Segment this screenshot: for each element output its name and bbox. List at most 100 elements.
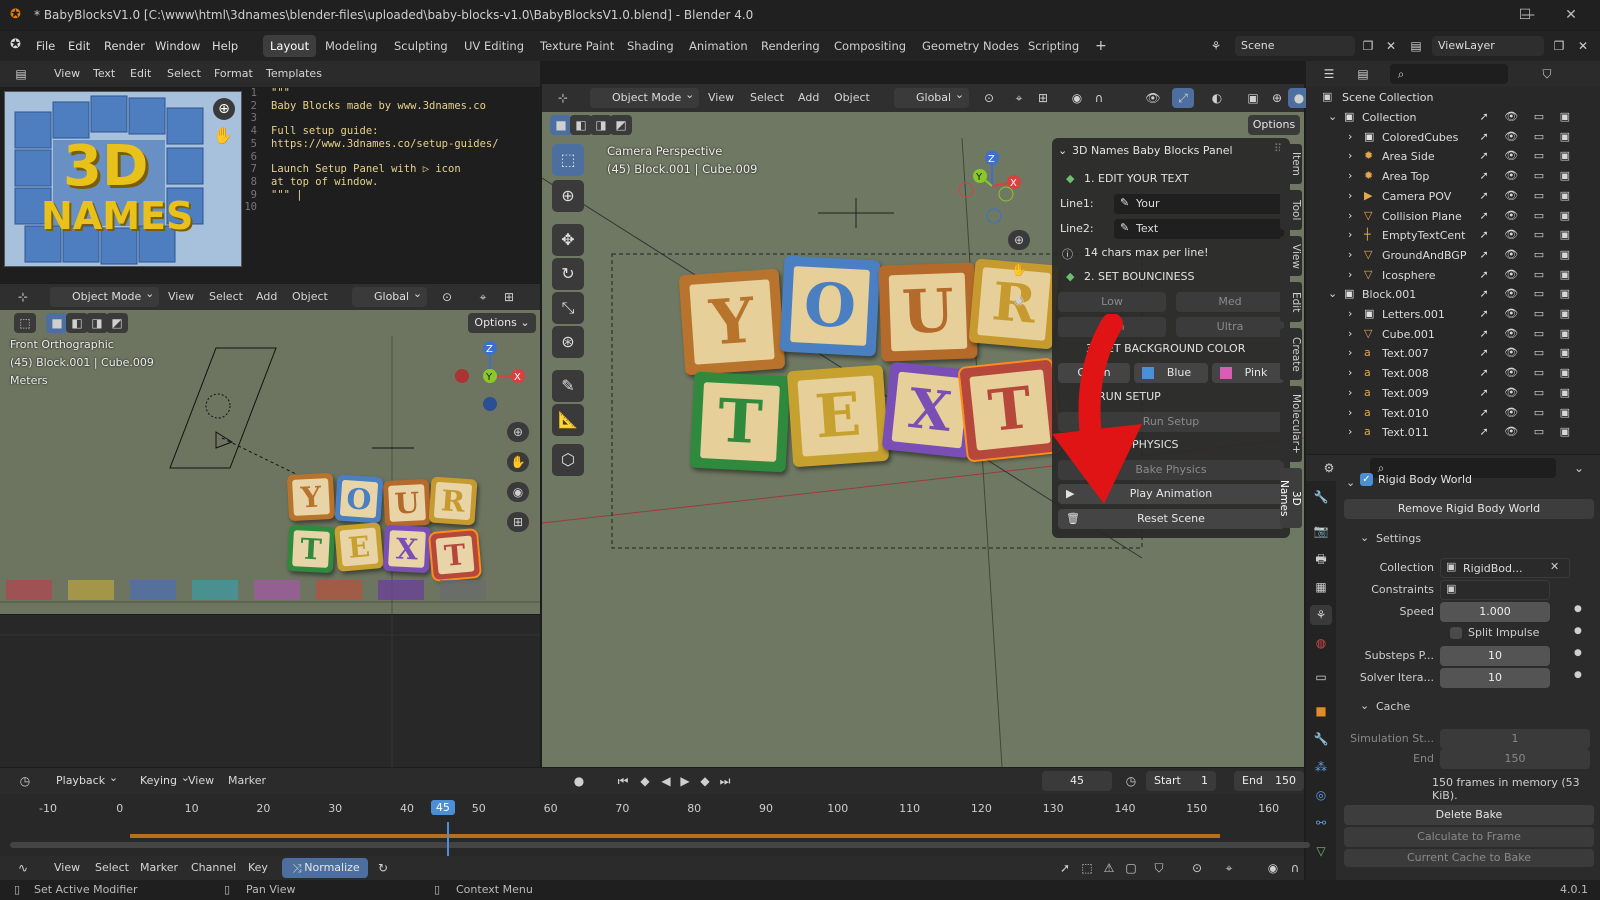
ghost-icon[interactable]: ▢ — [1120, 858, 1142, 878]
visibility-toggles-icon[interactable]: ➚ 👁 ▭ ▣ — [1480, 366, 1576, 379]
sim-end-field[interactable]: 150 — [1440, 749, 1590, 769]
sidebar-tab-create[interactable]: Create — [1280, 328, 1302, 380]
line2-input[interactable]: Text — [1114, 219, 1284, 239]
tab-geometry-nodes[interactable]: Geometry Nodes — [915, 35, 1026, 57]
visibility-toggles-icon[interactable]: ➚ 👁 ▭ ▣ — [1480, 189, 1576, 202]
chevron-right-icon[interactable]: › — [1348, 425, 1352, 438]
zoom-in-icon[interactable]: ⊕ — [213, 98, 235, 120]
tab-texture-paint[interactable]: Texture Paint — [533, 35, 621, 57]
outliner-row[interactable]: › ▽ Collision Plane ➚ 👁 ▭ ▣ — [1306, 207, 1582, 227]
pointer-icon[interactable]: ➚ — [1054, 858, 1076, 878]
mode-intersect-icon[interactable]: ◩ — [610, 115, 632, 135]
outliner-row[interactable]: › ✹ Area Side ➚ 👁 ▭ ▣ — [1306, 147, 1582, 167]
view-layer-tab-icon[interactable]: ▦ — [1310, 577, 1332, 597]
add-workspace-icon[interactable]: + — [1088, 35, 1114, 57]
front-camera-icon[interactable]: ◉ — [507, 482, 529, 502]
filter-icon[interactable]: ⛉ — [1536, 64, 1558, 84]
chevron-down-icon[interactable]: ⌄ — [1058, 144, 1067, 157]
ge-menu-key[interactable]: Key — [248, 861, 268, 874]
graph-editor-icon[interactable]: ∿ — [12, 858, 34, 878]
editor-type-icon[interactable]: ⊹ — [12, 287, 34, 307]
next-key-icon[interactable]: ◆ — [694, 771, 716, 791]
main-zoom-icon[interactable]: ⊕ — [1008, 230, 1030, 250]
chevron-down-icon[interactable]: ⌄ — [1328, 287, 1337, 300]
playback-menu[interactable]: Playback — [50, 768, 123, 791]
outliner-row[interactable]: › ▣ ColoredCubes ➚ 👁 ▭ ▣ — [1306, 128, 1582, 148]
current-cache-bake-button[interactable]: Current Cache to Bake — [1344, 849, 1594, 867]
chevron-down-icon[interactable]: ⌄ — [1360, 531, 1369, 544]
tool-annotate-icon[interactable]: ✎ — [552, 370, 584, 402]
solver-field[interactable]: 10 — [1440, 668, 1550, 688]
snap-grid-icon[interactable]: ⊞ — [498, 287, 520, 307]
fv-menu-add[interactable]: Add — [256, 290, 277, 303]
visibility-toggles-icon[interactable]: ➚ 👁 ▭ ▣ — [1480, 169, 1576, 182]
substeps-field[interactable]: 10 — [1440, 646, 1550, 666]
snap-icon[interactable]: ⌖ — [472, 287, 494, 307]
tab-modeling[interactable]: Modeling — [318, 35, 384, 57]
proportional-icon[interactable]: ◉ — [1066, 88, 1088, 108]
visibility-toggles-icon[interactable]: ➚ 👁 ▭ ▣ — [1480, 110, 1576, 123]
tool-transform-icon[interactable]: ⊛ — [552, 326, 584, 358]
te-menu-select[interactable]: Select — [167, 67, 201, 80]
keyframe-dot-icon[interactable]: ● — [1574, 604, 1582, 614]
particles-tab-icon[interactable]: ⁂ — [1310, 757, 1332, 777]
start-frame-field[interactable]: Start 1 — [1146, 771, 1216, 791]
chevron-right-icon[interactable]: › — [1348, 149, 1352, 162]
scene-icon[interactable]: ⚘ — [1205, 36, 1227, 56]
fv-menu-view[interactable]: View — [168, 290, 194, 303]
chevron-right-icon[interactable]: › — [1348, 228, 1352, 241]
mv-menu-add[interactable]: Add — [798, 91, 819, 104]
tl-menu-marker[interactable]: Marker — [228, 774, 266, 787]
record-icon[interactable]: ● — [568, 771, 590, 791]
speed-field[interactable]: 1.000 — [1440, 602, 1550, 622]
chevron-right-icon[interactable]: › — [1348, 169, 1352, 182]
code-editor[interactable]: 1 """ 2 Baby Blocks made by www.3dnames.co 3… — [243, 87, 531, 277]
ge-menu-marker[interactable]: Marker — [140, 861, 178, 874]
outliner-row[interactable]: › a Text.011 ➚ 👁 ▭ ▣ — [1306, 423, 1582, 443]
visibility-toggles-icon[interactable]: ➚ 👁 ▭ ▣ — [1480, 307, 1576, 320]
xray-icon[interactable]: ▣ — [1242, 88, 1264, 108]
main-pan-icon[interactable]: ✋ — [1008, 260, 1030, 280]
mode-intersect-icon[interactable]: ◩ — [106, 313, 128, 333]
select-icon[interactable]: ⬚ — [1076, 858, 1098, 878]
timeline-scrollbar[interactable] — [10, 842, 1310, 848]
tool-tab-icon[interactable]: 🔧 — [1310, 487, 1332, 507]
chevron-right-icon[interactable]: › — [1348, 268, 1352, 281]
menu-edit[interactable]: Edit — [68, 39, 90, 53]
timeline-ruler[interactable]: -10 0 10 20 30 40 45 50 60 70 80 90 100 110 120 130 140 1… — [0, 800, 1304, 822]
jump-end-icon[interactable]: ⏭ — [714, 771, 736, 791]
chevron-right-icon[interactable]: › — [1348, 248, 1352, 261]
view-layer-selector[interactable]: ViewLayer — [1432, 36, 1544, 56]
constraints-tab-icon[interactable]: ⚯ — [1310, 813, 1332, 833]
new-view-layer-icon[interactable]: ❐ — [1548, 36, 1570, 56]
new-scene-icon[interactable]: ❐ — [1357, 36, 1379, 56]
visibility-toggles-icon[interactable]: ➚ 👁 ▭ ▣ — [1480, 268, 1576, 281]
tool-scale-icon[interactable]: ⤡ — [552, 292, 584, 324]
te-menu-text[interactable]: Text — [93, 67, 115, 80]
main-nav-gizmo[interactable]: Z X Y — [952, 146, 1032, 226]
lower-left-editor[interactable] — [0, 615, 540, 767]
delete-bake-button[interactable]: Delete Bake — [1344, 805, 1594, 825]
end-frame-field[interactable]: End 150 — [1234, 771, 1304, 791]
clock-icon[interactable]: ◷ — [1120, 771, 1142, 791]
chevron-right-icon[interactable]: › — [1348, 346, 1352, 359]
bounce-ultra-button[interactable]: Ultra — [1176, 317, 1284, 337]
editor-type-icon[interactable]: ☰ — [1318, 64, 1340, 84]
select-box-icon[interactable]: ⬚ — [14, 313, 36, 333]
warning-icon[interactable]: ⚠ — [1098, 858, 1120, 878]
visibility-toggles-icon[interactable]: ➚ 👁 ▭ ▣ — [1480, 406, 1576, 419]
ge-menu-view[interactable]: View — [54, 861, 80, 874]
mv-menu-select[interactable]: Select — [750, 91, 784, 104]
snap-grid-icon[interactable]: ⊞ — [1032, 88, 1054, 108]
chevron-right-icon[interactable]: › — [1348, 327, 1352, 340]
front-mode-dropdown[interactable]: Object Mode — [50, 284, 160, 307]
tab-shading[interactable]: Shading — [620, 35, 681, 57]
front-grid-icon[interactable]: ⊞ — [507, 512, 529, 532]
mode-extend-icon[interactable]: ◧ — [570, 115, 592, 135]
chevron-down-icon[interactable]: ⌄ — [1346, 476, 1355, 489]
editor-type-icon[interactable]: ▤ — [10, 64, 32, 84]
tool-select-icon[interactable]: ⬚ — [552, 144, 584, 176]
outliner-row[interactable]: › ┼ EmptyTextCent ➚ 👁 ▭ ▣ — [1306, 226, 1582, 246]
scene-tab-icon[interactable]: ⚘ — [1310, 605, 1332, 625]
chevron-right-icon[interactable]: › — [1348, 130, 1352, 143]
